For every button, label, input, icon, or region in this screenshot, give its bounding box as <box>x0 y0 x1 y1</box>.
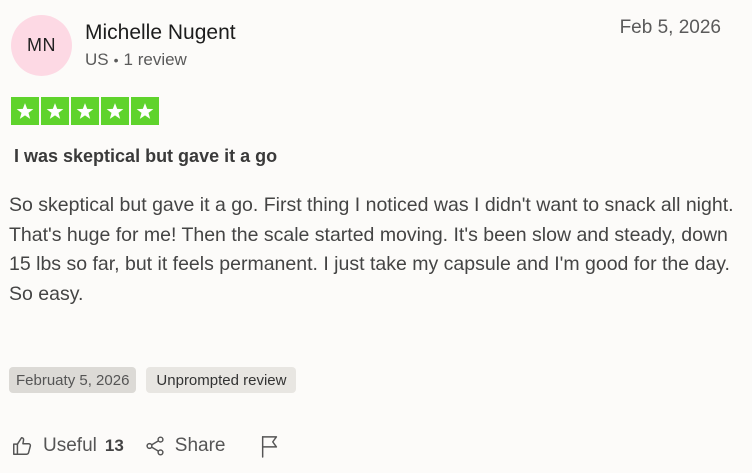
review-actions: Useful 13 Share <box>11 434 281 458</box>
reviewer-name[interactable]: Michelle Nugent <box>85 21 236 45</box>
share-button[interactable]: Share <box>144 435 226 457</box>
meta-separator: • <box>113 52 119 68</box>
star-icon <box>131 97 159 125</box>
review-chips: Februaty 5, 2026 Unprompted review <box>9 367 297 393</box>
review-date: Feb 5, 2026 <box>619 17 721 38</box>
flag-icon <box>259 434 281 458</box>
review-card: MN Michelle Nugent US • 1 review Feb 5, … <box>0 0 752 473</box>
star-icon <box>41 97 69 125</box>
reviewer-meta: US • 1 review <box>85 50 187 70</box>
useful-count: 13 <box>104 436 124 455</box>
report-button[interactable] <box>259 434 281 458</box>
star-icon <box>71 97 99 125</box>
reviewer-country: US <box>85 50 109 69</box>
thumbs-up-icon <box>11 435 33 457</box>
experience-date-badge: Februaty 5, 2026 <box>9 367 137 393</box>
share-icon <box>144 435 166 457</box>
star-rating <box>11 97 159 125</box>
avatar[interactable]: MN <box>11 15 72 76</box>
reviewer-review-count: 1 review <box>123 50 187 69</box>
review-title[interactable]: I was skeptical but gave it a go <box>14 146 277 167</box>
share-label: Share <box>174 435 226 456</box>
useful-label: Useful <box>43 435 97 456</box>
star-icon <box>101 97 129 125</box>
star-icon <box>11 97 39 125</box>
useful-button[interactable]: Useful 13 <box>11 435 124 457</box>
unprompted-review-badge[interactable]: Unprompted review <box>146 367 297 393</box>
review-body: So skeptical but gave it a go. First thi… <box>9 194 734 305</box>
